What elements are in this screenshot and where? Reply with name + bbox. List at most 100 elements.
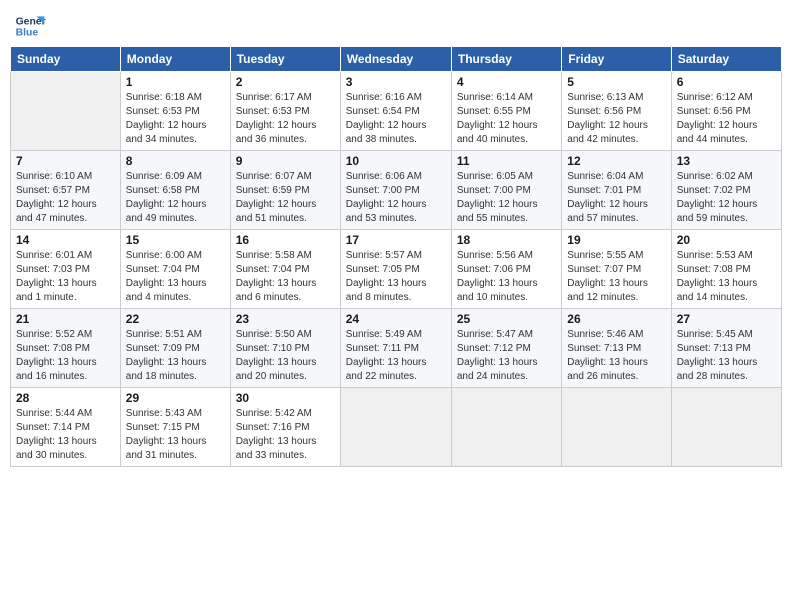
calendar-day-cell: 20 Sunrise: 5:53 AM Sunset: 7:08 PM Dayli…: [671, 230, 781, 309]
calendar-day-cell: 16 Sunrise: 5:58 AM Sunset: 7:04 PM Dayli…: [230, 230, 340, 309]
calendar-day-cell: [451, 388, 561, 467]
day-info: Sunrise: 5:55 AM Sunset: 7:07 PM Dayligh…: [567, 249, 665, 305]
day-info: Sunrise: 6:05 AM Sunset: 7:00 PM Dayligh…: [457, 170, 556, 226]
day-number: 15: [126, 233, 225, 247]
weekday-header-cell: Thursday: [451, 47, 561, 72]
calendar-day-cell: [562, 388, 671, 467]
calendar-day-cell: 30Sunrise: 5:42 AM Sunset: 7:16 PM Dayli…: [230, 388, 340, 467]
day-number: 9: [236, 154, 335, 168]
day-number: 29: [126, 391, 225, 405]
day-number: 19: [567, 233, 665, 247]
day-info: Sunrise: 6:00 AM Sunset: 7:04 PM Dayligh…: [126, 249, 225, 305]
calendar-day-cell: 13 Sunrise: 6:02 AM Sunset: 7:02 PM Dayli…: [671, 151, 781, 230]
calendar-day-cell: 9 Sunrise: 6:07 AM Sunset: 6:59 PM Daylig…: [230, 151, 340, 230]
logo: General Blue: [14, 10, 50, 42]
calendar-day-cell: 10 Sunrise: 6:06 AM Sunset: 7:00 PM Dayli…: [340, 151, 451, 230]
calendar-day-cell: 19 Sunrise: 5:55 AM Sunset: 7:07 PM Dayli…: [562, 230, 671, 309]
calendar-day-cell: 15 Sunrise: 6:00 AM Sunset: 7:04 PM Dayli…: [120, 230, 230, 309]
day-number: 23: [236, 312, 335, 326]
calendar-day-cell: 6 Sunrise: 6:12 AM Sunset: 6:56 PM Daylig…: [671, 72, 781, 151]
day-number: 4: [457, 75, 556, 89]
weekday-header-row: SundayMondayTuesdayWednesdayThursdayFrid…: [11, 47, 782, 72]
day-number: 27: [677, 312, 776, 326]
day-info: Sunrise: 6:01 AM Sunset: 7:03 PM Dayligh…: [16, 249, 115, 305]
day-number: 21: [16, 312, 115, 326]
day-info: Sunrise: 5:58 AM Sunset: 7:04 PM Dayligh…: [236, 249, 335, 305]
day-number: 11: [457, 154, 556, 168]
weekday-header-cell: Wednesday: [340, 47, 451, 72]
day-info: Sunrise: 5:52 AM Sunset: 7:08 PM Dayligh…: [16, 328, 115, 384]
weekday-header-cell: Friday: [562, 47, 671, 72]
day-number: 10: [346, 154, 446, 168]
calendar-day-cell: 28 Sunrise: 5:44 AM Sunset: 7:14 PM Dayli…: [11, 388, 121, 467]
day-info: Sunrise: 5:44 AM Sunset: 7:14 PM Dayligh…: [16, 407, 115, 463]
day-number: 25: [457, 312, 556, 326]
calendar-day-cell: [11, 72, 121, 151]
weekday-header-cell: Sunday: [11, 47, 121, 72]
calendar-day-cell: [340, 388, 451, 467]
calendar-day-cell: 26 Sunrise: 5:46 AM Sunset: 7:13 PM Dayli…: [562, 309, 671, 388]
day-info: Sunrise: 5:46 AM Sunset: 7:13 PM Dayligh…: [567, 328, 665, 384]
day-number: 12: [567, 154, 665, 168]
day-number: 6: [677, 75, 776, 89]
day-info: Sunrise: 5:45 AM Sunset: 7:13 PM Dayligh…: [677, 328, 776, 384]
calendar-week-row: 7 Sunrise: 6:10 AM Sunset: 6:57 PM Daylig…: [11, 151, 782, 230]
calendar-day-cell: 21 Sunrise: 5:52 AM Sunset: 7:08 PM Dayli…: [11, 309, 121, 388]
day-number: 24: [346, 312, 446, 326]
day-number: 26: [567, 312, 665, 326]
day-info: Sunrise: 6:04 AM Sunset: 7:01 PM Dayligh…: [567, 170, 665, 226]
day-number: 28: [16, 391, 115, 405]
day-number: 16: [236, 233, 335, 247]
day-info: Sunrise: 6:07 AM Sunset: 6:59 PM Dayligh…: [236, 170, 335, 226]
weekday-header-cell: Monday: [120, 47, 230, 72]
calendar-week-row: 14 Sunrise: 6:01 AM Sunset: 7:03 PM Dayli…: [11, 230, 782, 309]
day-number: 3: [346, 75, 446, 89]
day-number: 17: [346, 233, 446, 247]
calendar-week-row: 1Sunrise: 6:18 AM Sunset: 6:53 PM Daylig…: [11, 72, 782, 151]
day-number: 13: [677, 154, 776, 168]
day-info: Sunrise: 5:56 AM Sunset: 7:06 PM Dayligh…: [457, 249, 556, 305]
calendar-day-cell: 7 Sunrise: 6:10 AM Sunset: 6:57 PM Daylig…: [11, 151, 121, 230]
calendar-day-cell: 27 Sunrise: 5:45 AM Sunset: 7:13 PM Dayli…: [671, 309, 781, 388]
calendar-day-cell: 18Sunrise: 5:56 AM Sunset: 7:06 PM Dayli…: [451, 230, 561, 309]
day-info: Sunrise: 6:16 AM Sunset: 6:54 PM Dayligh…: [346, 91, 446, 147]
day-info: Sunrise: 5:57 AM Sunset: 7:05 PM Dayligh…: [346, 249, 446, 305]
day-info: Sunrise: 5:49 AM Sunset: 7:11 PM Dayligh…: [346, 328, 446, 384]
day-info: Sunrise: 6:14 AM Sunset: 6:55 PM Dayligh…: [457, 91, 556, 147]
calendar-day-cell: 4 Sunrise: 6:14 AM Sunset: 6:55 PM Daylig…: [451, 72, 561, 151]
day-info: Sunrise: 6:13 AM Sunset: 6:56 PM Dayligh…: [567, 91, 665, 147]
calendar-day-cell: 17 Sunrise: 5:57 AM Sunset: 7:05 PM Dayli…: [340, 230, 451, 309]
header: General Blue: [10, 10, 782, 42]
day-info: Sunrise: 6:17 AM Sunset: 6:53 PM Dayligh…: [236, 91, 335, 147]
day-info: Sunrise: 6:18 AM Sunset: 6:53 PM Dayligh…: [126, 91, 225, 147]
day-info: Sunrise: 6:12 AM Sunset: 6:56 PM Dayligh…: [677, 91, 776, 147]
day-number: 2: [236, 75, 335, 89]
calendar-day-cell: 14 Sunrise: 6:01 AM Sunset: 7:03 PM Dayli…: [11, 230, 121, 309]
calendar-day-cell: 8 Sunrise: 6:09 AM Sunset: 6:58 PM Daylig…: [120, 151, 230, 230]
day-number: 8: [126, 154, 225, 168]
weekday-header-cell: Tuesday: [230, 47, 340, 72]
calendar-day-cell: [671, 388, 781, 467]
day-number: 20: [677, 233, 776, 247]
day-info: Sunrise: 6:09 AM Sunset: 6:58 PM Dayligh…: [126, 170, 225, 226]
day-info: Sunrise: 6:02 AM Sunset: 7:02 PM Dayligh…: [677, 170, 776, 226]
calendar-day-cell: 3 Sunrise: 6:16 AM Sunset: 6:54 PM Daylig…: [340, 72, 451, 151]
calendar-day-cell: 11 Sunrise: 6:05 AM Sunset: 7:00 PM Dayli…: [451, 151, 561, 230]
day-info: Sunrise: 5:50 AM Sunset: 7:10 PM Dayligh…: [236, 328, 335, 384]
logo-icon: General Blue: [14, 10, 46, 42]
day-info: Sunrise: 5:43 AM Sunset: 7:15 PM Dayligh…: [126, 407, 225, 463]
weekday-header-cell: Saturday: [671, 47, 781, 72]
day-number: 5: [567, 75, 665, 89]
calendar-week-row: 21 Sunrise: 5:52 AM Sunset: 7:08 PM Dayli…: [11, 309, 782, 388]
day-number: 7: [16, 154, 115, 168]
day-number: 14: [16, 233, 115, 247]
day-info: Sunrise: 6:10 AM Sunset: 6:57 PM Dayligh…: [16, 170, 115, 226]
day-info: Sunrise: 5:47 AM Sunset: 7:12 PM Dayligh…: [457, 328, 556, 384]
day-info: Sunrise: 5:53 AM Sunset: 7:08 PM Dayligh…: [677, 249, 776, 305]
day-info: Sunrise: 5:51 AM Sunset: 7:09 PM Dayligh…: [126, 328, 225, 384]
calendar-day-cell: 23 Sunrise: 5:50 AM Sunset: 7:10 PM Dayli…: [230, 309, 340, 388]
day-info: Sunrise: 6:06 AM Sunset: 7:00 PM Dayligh…: [346, 170, 446, 226]
calendar-day-cell: 5 Sunrise: 6:13 AM Sunset: 6:56 PM Daylig…: [562, 72, 671, 151]
calendar-table: SundayMondayTuesdayWednesdayThursdayFrid…: [10, 46, 782, 467]
day-info: Sunrise: 5:42 AM Sunset: 7:16 PM Dayligh…: [236, 407, 335, 463]
